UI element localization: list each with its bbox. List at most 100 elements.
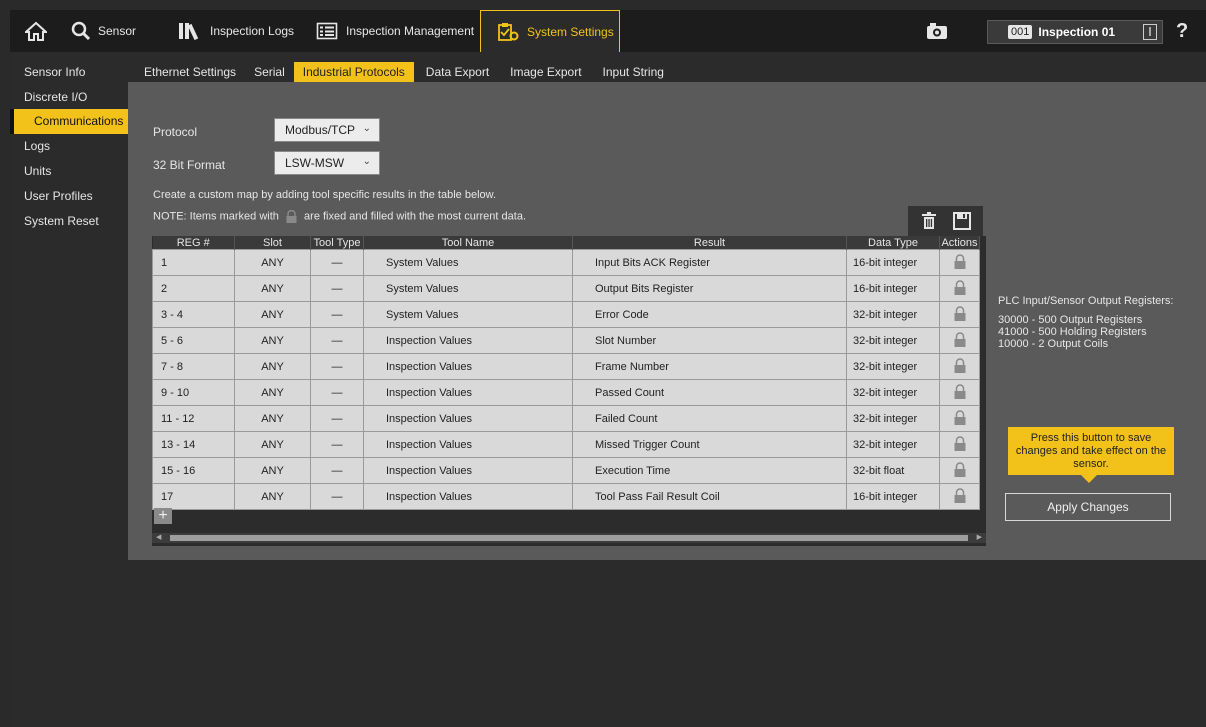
inspection-selector[interactable]: 001 Inspection 01 (987, 20, 1163, 44)
column-header-result[interactable]: Result (572, 236, 847, 250)
cell-tool-name[interactable]: Inspection Values (363, 405, 573, 432)
table-row[interactable]: 13 - 14 ANY — Inspection Values Missed Trigg… (152, 431, 980, 458)
cell-tool-type[interactable]: — (310, 483, 364, 510)
tab-data-export[interactable]: Data Export (414, 62, 498, 82)
cell-slot[interactable]: ANY (234, 431, 311, 458)
cell-tool-type[interactable]: — (310, 457, 364, 484)
sidebar-item-logs[interactable]: Logs (10, 134, 128, 159)
sidebar-item-units[interactable]: Units (10, 159, 128, 184)
cell-reg[interactable]: 1 (152, 249, 235, 276)
cell-data-type[interactable]: 16-bit integer (846, 483, 940, 510)
tab-inspection-logs[interactable]: Inspection Logs (178, 10, 294, 52)
sidebar-item-discrete-io[interactable]: Discrete I/O (10, 85, 128, 109)
table-row[interactable]: 7 - 8 ANY — Inspection Values Frame Number 32… (152, 353, 980, 380)
cell-slot[interactable]: ANY (234, 405, 311, 432)
tab-serial[interactable]: Serial (245, 62, 294, 82)
cell-tool-type[interactable]: — (310, 379, 364, 406)
cell-data-type[interactable]: 32-bit integer (846, 431, 940, 458)
cell-data-type[interactable]: 16-bit integer (846, 249, 940, 276)
cell-tool-name[interactable]: System Values (363, 249, 573, 276)
cell-tool-type[interactable]: — (310, 249, 364, 276)
cell-data-type[interactable]: 16-bit integer (846, 275, 940, 302)
table-row[interactable]: 5 - 6 ANY — Inspection Values Slot Number 32-… (152, 327, 980, 354)
help-button[interactable]: ? (1176, 10, 1188, 52)
cell-reg[interactable]: 9 - 10 (152, 379, 235, 406)
cell-slot[interactable]: ANY (234, 379, 311, 406)
sidebar-item-system-reset[interactable]: System Reset (10, 209, 128, 234)
cell-tool-name[interactable]: Inspection Values (363, 379, 573, 406)
cell-data-type[interactable]: 32-bit float (846, 457, 940, 484)
cell-result[interactable]: Output Bits Register (572, 275, 847, 302)
cell-slot[interactable]: ANY (234, 327, 311, 354)
tab-input-string[interactable]: Input String (591, 62, 673, 82)
sidebar-item-user-profiles[interactable]: User Profiles (10, 184, 128, 209)
cell-result[interactable]: Missed Trigger Count (572, 431, 847, 458)
horizontal-scrollbar[interactable]: ◀ ▶ (152, 533, 986, 543)
save-button[interactable] (953, 212, 971, 233)
tab-image-export[interactable]: Image Export (498, 62, 590, 82)
cell-slot[interactable]: ANY (234, 353, 311, 380)
cell-result[interactable]: Frame Number (572, 353, 847, 380)
cell-reg[interactable]: 11 - 12 (152, 405, 235, 432)
cell-slot[interactable]: ANY (234, 275, 311, 302)
cell-reg[interactable]: 15 - 16 (152, 457, 235, 484)
cell-tool-name[interactable]: Inspection Values (363, 457, 573, 484)
cell-tool-name[interactable]: Inspection Values (363, 353, 573, 380)
column-header-tool-name[interactable]: Tool Name (363, 236, 573, 250)
table-row[interactable]: 3 - 4 ANY — System Values Error Code 32-bit i… (152, 301, 980, 328)
scroll-right-icon[interactable]: ▶ (977, 534, 982, 541)
cell-slot[interactable]: ANY (234, 249, 311, 276)
column-header-tool-type[interactable]: Tool Type (310, 236, 364, 250)
table-row[interactable]: 11 - 12 ANY — Inspection Values Failed Count… (152, 405, 980, 432)
tab-inspection-management[interactable]: Inspection Management (316, 10, 474, 52)
column-header-data-type[interactable]: Data Type (846, 236, 940, 250)
cell-result[interactable]: Failed Count (572, 405, 847, 432)
cell-data-type[interactable]: 32-bit integer (846, 327, 940, 354)
cell-slot[interactable]: ANY (234, 483, 311, 510)
table-row[interactable]: 15 - 16 ANY — Inspection Values Execution Ti… (152, 457, 980, 484)
camera-button[interactable] (925, 10, 949, 52)
sidebar-item-communications[interactable]: Communications (10, 109, 128, 134)
tab-sensor[interactable]: Sensor (70, 10, 136, 52)
cell-tool-name[interactable]: Inspection Values (363, 431, 573, 458)
cell-tool-name[interactable]: System Values (363, 275, 573, 302)
cell-result[interactable]: Error Code (572, 301, 847, 328)
cell-tool-name[interactable]: System Values (363, 301, 573, 328)
table-row[interactable]: 1 ANY — System Values Input Bits ACK Registe… (152, 249, 980, 276)
cell-tool-type[interactable]: — (310, 353, 364, 380)
table-row[interactable]: 17 ANY — Inspection Values Tool Pass Fail Re… (152, 483, 980, 510)
cell-tool-type[interactable]: — (310, 405, 364, 432)
cell-result[interactable]: Input Bits ACK Register (572, 249, 847, 276)
cell-data-type[interactable]: 32-bit integer (846, 405, 940, 432)
cell-data-type[interactable]: 32-bit integer (846, 353, 940, 380)
tab-system-settings[interactable]: System Settings (480, 10, 620, 52)
scroll-left-icon[interactable]: ◀ (156, 534, 161, 541)
table-row[interactable]: 9 - 10 ANY — Inspection Values Passed Count 3… (152, 379, 980, 406)
cell-reg[interactable]: 17 (152, 483, 235, 510)
sidebar-item-sensor-info[interactable]: Sensor Info (10, 60, 128, 85)
cell-reg[interactable]: 13 - 14 (152, 431, 235, 458)
tab-industrial-protocols[interactable]: Industrial Protocols (293, 62, 414, 82)
cell-tool-name[interactable]: Inspection Values (363, 483, 573, 510)
column-header-reg[interactable]: REG # (152, 236, 235, 250)
cell-reg[interactable]: 2 (152, 275, 235, 302)
cell-result[interactable]: Passed Count (572, 379, 847, 406)
column-header-slot[interactable]: Slot (234, 236, 311, 250)
home-button[interactable] (18, 10, 54, 52)
scrollbar-thumb[interactable] (170, 535, 968, 541)
cell-result[interactable]: Slot Number (572, 327, 847, 354)
inspection-download-button[interactable] (1143, 24, 1157, 40)
tab-ethernet-settings[interactable]: Ethernet Settings (128, 62, 245, 82)
add-row-button[interactable]: + (154, 508, 172, 524)
cell-result[interactable]: Execution Time (572, 457, 847, 484)
cell-data-type[interactable]: 32-bit integer (846, 379, 940, 406)
cell-tool-type[interactable]: — (310, 301, 364, 328)
cell-tool-type[interactable]: — (310, 275, 364, 302)
cell-data-type[interactable]: 32-bit integer (846, 301, 940, 328)
format-select[interactable]: LSW-MSW ⌄ (274, 151, 380, 175)
table-row[interactable]: 2 ANY — System Values Output Bits Register 16… (152, 275, 980, 302)
cell-reg[interactable]: 3 - 4 (152, 301, 235, 328)
cell-tool-type[interactable]: — (310, 431, 364, 458)
cell-result[interactable]: Tool Pass Fail Result Coil (572, 483, 847, 510)
protocol-select[interactable]: Modbus/TCP ⌄ (274, 118, 380, 142)
